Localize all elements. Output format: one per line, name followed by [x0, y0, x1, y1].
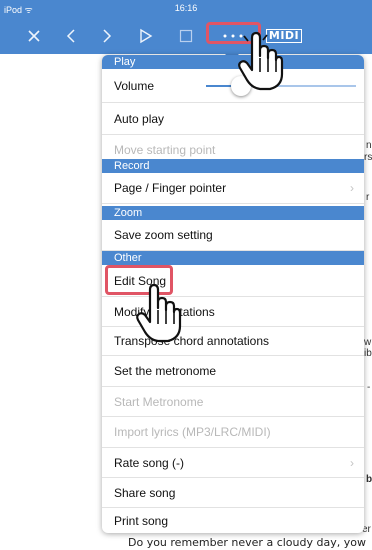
play-button[interactable] — [136, 24, 156, 48]
volume-row: Volume — [102, 69, 364, 103]
status-bar: iPod ᯤ 16:16 — [0, 0, 372, 20]
menu-item-label: Import lyrics (MP3/LRC/MIDI) — [114, 425, 271, 439]
menu-item-share-song[interactable]: Share song — [102, 478, 364, 508]
menu-item-label: Rate song (-) — [114, 455, 185, 470]
square-icon — [179, 29, 193, 43]
tap-hand-icon — [238, 30, 284, 91]
menu-item-label: Save zoom setting — [114, 228, 213, 242]
menu-item-label: Move starting point — [114, 143, 216, 157]
menu-item-import-lyrics: Import lyrics (MP3/LRC/MIDI) — [102, 417, 364, 448]
menu-item-start-metronome: Start Metronome — [102, 387, 364, 417]
menu-item-label: Print song — [114, 513, 169, 528]
background-text-fragment: - — [367, 382, 371, 393]
section-header-zoom: Zoom — [102, 206, 364, 220]
chevron-right-icon: › — [350, 455, 354, 470]
back-button[interactable] — [62, 24, 80, 48]
menu-item-save-zoom-setting[interactable]: Save zoom setting — [102, 220, 364, 251]
clock: 16:16 — [174, 3, 198, 13]
tap-hand-icon — [136, 283, 182, 343]
toolbar: MIDI — [0, 20, 372, 54]
section-header-other: Other — [102, 251, 364, 265]
menu-item-rate-song[interactable]: Rate song (-) › — [102, 448, 364, 478]
menu-item-set-metronome[interactable]: Set the metronome — [102, 356, 364, 387]
background-text-fragment: n — [366, 140, 372, 151]
song-lyrics-line: Do you remember never a cloudy day, yow — [128, 536, 366, 549]
menu-item-page-finger-pointer[interactable]: Page / Finger pointer › — [102, 173, 364, 204]
chevron-right-icon: › — [350, 181, 354, 195]
forward-button[interactable] — [98, 24, 116, 48]
menu-item-label: Share song — [114, 485, 176, 500]
menu-item-label: Start Metronome — [114, 394, 204, 409]
section-header-play: Play — [102, 55, 364, 69]
menu-item-label: Auto play — [114, 111, 165, 126]
stop-button[interactable] — [177, 24, 195, 48]
background-text-fragment: w — [364, 337, 372, 348]
menu-item-auto-play[interactable]: Auto play — [102, 103, 364, 135]
volume-label: Volume — [114, 78, 155, 93]
background-text-fragment: rs — [364, 152, 372, 163]
menu-item-label: Set the metronome — [114, 364, 217, 378]
forward-icon — [103, 29, 112, 43]
section-header-record: Record — [102, 159, 364, 173]
close-icon — [28, 30, 40, 42]
play-icon — [140, 28, 153, 44]
background-text-fragment: ib — [364, 348, 372, 359]
menu-item-print-song[interactable]: Print song — [102, 508, 364, 533]
background-text-fragment: b — [366, 474, 372, 485]
menu-item-label: Page / Finger pointer — [114, 181, 227, 195]
close-button[interactable] — [22, 24, 46, 48]
back-icon — [66, 29, 75, 43]
background-text-fragment: r — [366, 192, 370, 203]
